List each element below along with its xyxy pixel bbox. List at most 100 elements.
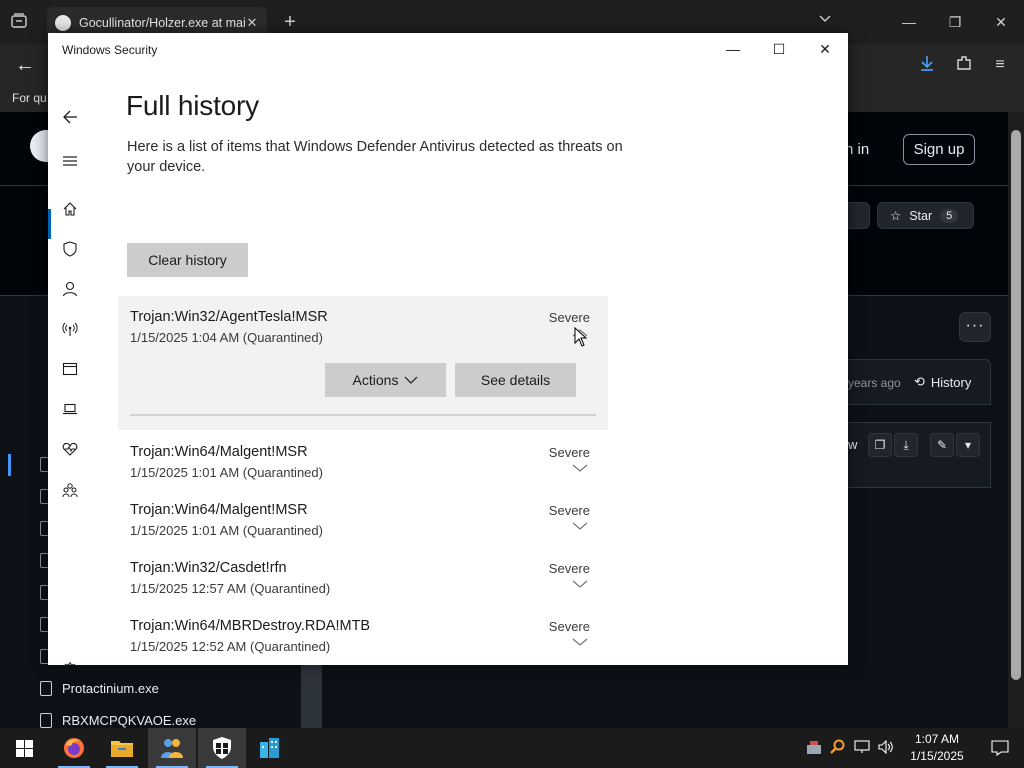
extensions-icon[interactable] bbox=[953, 54, 975, 76]
star-icon: ☆ bbox=[890, 209, 902, 223]
chevron-down-icon[interactable] bbox=[572, 636, 588, 648]
threat-name: Trojan:Win32/Casdet!rfn bbox=[130, 560, 287, 576]
app-menu-icon[interactable]: ≡ bbox=[989, 54, 1011, 76]
raw-button-label[interactable]: w bbox=[848, 437, 857, 452]
title-bar: Windows Security — ☐ ✕ bbox=[48, 33, 848, 65]
threat-severity: Severe bbox=[548, 619, 590, 634]
windows-security-window: Windows Security — ☐ ✕ Full history Here… bbox=[48, 33, 848, 665]
selected-file-indicator bbox=[8, 454, 11, 476]
history-label: History bbox=[930, 374, 972, 390]
history-icon: ⟲ bbox=[914, 374, 925, 389]
scrollbar-thumb[interactable] bbox=[1011, 130, 1021, 680]
actions-button[interactable]: Actions bbox=[325, 363, 446, 397]
close-button[interactable]: ✕ bbox=[802, 33, 848, 65]
threat-severity: Severe bbox=[548, 503, 590, 518]
window-title: Windows Security bbox=[62, 43, 158, 57]
file-toolbar: w ❐ ⤓ ✎ ▾ bbox=[848, 422, 991, 488]
back-arrow-icon[interactable] bbox=[48, 97, 92, 137]
browser-close-icon[interactable]: ✕ bbox=[978, 0, 1024, 44]
shield-icon[interactable] bbox=[48, 229, 92, 269]
watch-button[interactable] bbox=[848, 202, 870, 229]
file-tree-item[interactable]: RBXMCPQKVAOE.exe bbox=[40, 713, 196, 728]
threat-date: 1/15/2025 12:57 AM (Quarantined) bbox=[130, 581, 331, 596]
threat-item[interactable]: Trojan:Win64/Malgent!MSR 1/15/2025 1:01 … bbox=[130, 444, 590, 494]
family-icon[interactable] bbox=[48, 470, 92, 510]
clock-date: 1/15/2025 bbox=[910, 749, 964, 763]
home-icon[interactable] bbox=[48, 189, 92, 229]
more-options-button[interactable]: ··· bbox=[959, 312, 991, 342]
search-tray-icon[interactable] bbox=[826, 739, 850, 758]
see-details-button[interactable]: See details bbox=[455, 363, 576, 397]
menu-icon[interactable] bbox=[48, 141, 92, 181]
start-icon[interactable] bbox=[0, 728, 48, 768]
navigation-pane bbox=[48, 65, 92, 665]
threat-date: 1/15/2025 1:01 AM (Quarantined) bbox=[130, 465, 323, 480]
account-icon[interactable] bbox=[48, 269, 92, 309]
threat-severity: Severe bbox=[548, 310, 590, 325]
clock[interactable]: 1:07 AM 1/15/2025 bbox=[898, 731, 976, 765]
network-icon[interactable] bbox=[850, 739, 874, 757]
page-scrollbar[interactable] bbox=[1008, 112, 1024, 728]
mouse-cursor-icon bbox=[574, 327, 588, 347]
file-explorer-icon[interactable] bbox=[98, 728, 146, 768]
star-button[interactable]: ☆ Star 5 bbox=[877, 202, 974, 229]
threat-item[interactable]: Trojan:Win32/Casdet!rfn 1/15/2025 12:57 … bbox=[130, 560, 590, 610]
file-tree-scrollbar[interactable] bbox=[302, 664, 322, 728]
tray-app-icon[interactable] bbox=[802, 739, 826, 758]
new-tab-button[interactable]: + bbox=[280, 10, 300, 34]
download-file-icon[interactable]: ⤓ bbox=[894, 433, 918, 457]
file-tree-item[interactable]: Protactinium.exe bbox=[40, 681, 159, 696]
tab-close-icon[interactable]: ✕ bbox=[245, 15, 259, 31]
threat-date: 1/15/2025 12:52 AM (Quarantined) bbox=[130, 639, 331, 654]
threat-date: 1/15/2025 1:04 AM (Quarantined) bbox=[130, 330, 323, 345]
chevron-down-icon[interactable] bbox=[572, 462, 588, 474]
chevron-down-icon bbox=[405, 376, 418, 384]
browser-back-icon[interactable]: ← bbox=[12, 52, 38, 78]
maximize-button[interactable]: ☐ bbox=[756, 33, 802, 65]
notifications-icon[interactable] bbox=[976, 740, 1024, 756]
file-icon bbox=[40, 713, 52, 728]
threat-name: Trojan:Win32/AgentTesla!MSR bbox=[130, 309, 328, 325]
people-app-icon[interactable] bbox=[148, 728, 196, 768]
firewall-icon[interactable] bbox=[48, 309, 92, 349]
threat-item[interactable]: Trojan:Win64/Malgent!MSR 1/15/2025 1:01 … bbox=[130, 502, 590, 552]
chevron-down-icon[interactable] bbox=[572, 520, 588, 532]
sign-up-button[interactable]: Sign up bbox=[903, 134, 975, 165]
commit-age: years ago bbox=[848, 376, 901, 390]
tab-list-icon[interactable] bbox=[10, 12, 30, 32]
windows-security-icon[interactable] bbox=[198, 728, 246, 768]
browser-minimize-icon[interactable]: — bbox=[886, 0, 932, 44]
history-link[interactable]: ⟲ History bbox=[914, 374, 971, 390]
threat-date: 1/15/2025 1:01 AM (Quarantined) bbox=[130, 523, 323, 538]
clear-history-button[interactable]: Clear history bbox=[127, 243, 248, 277]
file-name: Protactinium.exe bbox=[62, 681, 159, 696]
threat-name: Trojan:Win64/Malgent!MSR bbox=[130, 444, 308, 460]
github-favicon-icon bbox=[55, 15, 71, 31]
edit-icon[interactable]: ✎ bbox=[930, 433, 954, 457]
threat-item[interactable]: Trojan:Win32/AgentTesla!MSR 1/15/2025 1:… bbox=[130, 309, 590, 359]
buildings-app-icon[interactable] bbox=[246, 728, 294, 768]
file-icon bbox=[40, 681, 52, 696]
firefox-icon[interactable] bbox=[50, 728, 98, 768]
download-icon[interactable] bbox=[916, 54, 938, 76]
minimize-button[interactable]: — bbox=[710, 33, 756, 65]
star-label: Star bbox=[909, 208, 933, 223]
threat-severity: Severe bbox=[548, 561, 590, 576]
edit-dropdown-icon[interactable]: ▾ bbox=[956, 433, 980, 457]
file-name: RBXMCPQKVAOE.exe bbox=[62, 713, 197, 728]
chevron-down-icon[interactable] bbox=[572, 578, 588, 590]
star-count: 5 bbox=[940, 208, 959, 223]
app-browser-icon[interactable] bbox=[48, 349, 92, 389]
device-health-icon[interactable] bbox=[48, 429, 92, 469]
browser-restore-icon[interactable]: ❐ bbox=[932, 0, 978, 44]
device-security-icon[interactable] bbox=[48, 389, 92, 429]
copy-icon[interactable]: ❐ bbox=[868, 433, 892, 457]
volume-icon[interactable] bbox=[874, 739, 898, 757]
sign-in-link[interactable]: n in bbox=[845, 141, 869, 158]
threat-progress-divider bbox=[130, 414, 596, 416]
chevron-down-icon[interactable] bbox=[815, 12, 835, 32]
settings-icon[interactable] bbox=[48, 649, 92, 665]
threat-severity: Severe bbox=[548, 445, 590, 460]
actions-label: Actions bbox=[352, 372, 399, 388]
threat-item[interactable]: Trojan:Win64/MBRDestroy.RDA!MTB 1/15/202… bbox=[130, 618, 590, 665]
